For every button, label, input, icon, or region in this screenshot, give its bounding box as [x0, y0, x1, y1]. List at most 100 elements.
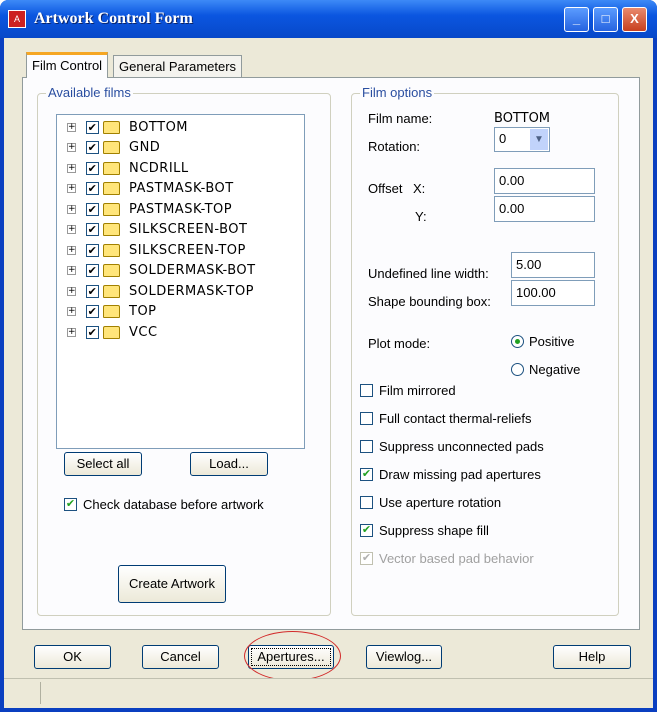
- title-bar: A Artwork Control Form _ □ X: [0, 0, 657, 38]
- tab-general-parameters[interactable]: General Parameters: [113, 55, 243, 78]
- folder-icon: [103, 284, 120, 298]
- folder-icon: [103, 120, 120, 134]
- option-checkbox[interactable]: Suppress unconnected pads: [360, 439, 544, 454]
- shape-bounding-box-input[interactable]: 100.00: [511, 280, 595, 306]
- film-options-legend: Film options: [360, 85, 435, 100]
- offset-label: Offset: [368, 181, 403, 196]
- film-checkbox[interactable]: ✔: [86, 223, 99, 236]
- rotation-label: Rotation:: [368, 139, 421, 154]
- folder-icon: [103, 264, 120, 277]
- expand-icon[interactable]: +: [67, 143, 76, 152]
- film-label: PASTMASK-TOP: [129, 201, 233, 217]
- cancel-button[interactable]: Cancel: [142, 645, 219, 669]
- film-item[interactable]: + ✔ GND: [67, 138, 160, 158]
- folder-icon: [103, 202, 120, 216]
- checkbox-box: [360, 440, 373, 453]
- offset-y-label: Y:: [415, 209, 427, 224]
- folder-icon: [103, 161, 120, 175]
- dialog-body: Film Control General Parameters Availabl…: [4, 38, 653, 708]
- film-item[interactable]: + ✔ SOLDERMASK-TOP: [67, 281, 254, 301]
- option-checkbox[interactable]: ✔ Draw missing pad apertures: [360, 467, 541, 482]
- film-item[interactable]: + ✔ NCDRILL: [67, 158, 189, 178]
- film-item[interactable]: + ✔ SOLDERMASK-BOT: [67, 261, 256, 281]
- film-label: GND: [129, 140, 161, 155]
- option-checkbox[interactable]: Film mirrored: [360, 383, 456, 398]
- film-item[interactable]: + ✔ VCC: [67, 322, 158, 342]
- expand-icon[interactable]: +: [67, 266, 76, 275]
- film-options-group: Film options Film name: BOTTOM Rotation:…: [351, 85, 619, 616]
- expand-icon[interactable]: +: [67, 204, 76, 214]
- film-item[interactable]: + ✔ TOP: [67, 302, 157, 322]
- expand-icon[interactable]: +: [67, 327, 76, 337]
- option-checkbox: ✔ Vector based pad behavior: [360, 551, 534, 566]
- film-label: TOP: [129, 304, 157, 319]
- option-checkbox[interactable]: ✔ Suppress shape fill: [360, 523, 489, 538]
- load-button[interactable]: Load...: [190, 452, 268, 476]
- expand-icon[interactable]: +: [67, 225, 76, 234]
- option-checkbox[interactable]: Full contact thermal-reliefs: [360, 411, 531, 426]
- expand-icon[interactable]: +: [67, 286, 76, 296]
- film-checkbox[interactable]: ✔: [86, 161, 99, 175]
- check-database-checkbox[interactable]: ✔ Check database before artwork: [64, 497, 264, 512]
- film-checkbox[interactable]: ✔: [86, 141, 99, 154]
- film-item[interactable]: + ✔ PASTMASK-BOT: [67, 179, 234, 199]
- film-label: PASTMASK-BOT: [129, 181, 234, 196]
- maximize-button[interactable]: □: [593, 7, 618, 32]
- ok-button[interactable]: OK: [34, 645, 111, 669]
- folder-icon: [103, 305, 120, 318]
- expand-icon[interactable]: +: [67, 307, 76, 316]
- offset-y-input[interactable]: 0.00: [494, 196, 595, 222]
- select-all-button[interactable]: Select all: [64, 452, 142, 476]
- film-name-value: BOTTOM: [494, 111, 551, 126]
- positive-radio[interactable]: Positive: [511, 334, 575, 349]
- film-checkbox[interactable]: ✔: [86, 305, 99, 318]
- film-checkbox[interactable]: ✔: [86, 264, 99, 277]
- chevron-down-icon[interactable]: ▼: [530, 129, 548, 150]
- rotation-select[interactable]: 0 ▼: [494, 127, 550, 152]
- offset-x-input[interactable]: 0.00: [494, 168, 595, 194]
- film-checkbox[interactable]: ✔: [86, 243, 99, 257]
- create-artwork-button[interactable]: Create Artwork: [118, 565, 226, 603]
- checkbox-box: ✔: [360, 468, 373, 481]
- status-divider: [40, 682, 41, 704]
- minimize-button[interactable]: _: [564, 7, 589, 32]
- film-name-label: Film name:: [368, 111, 433, 126]
- help-button[interactable]: Help: [553, 645, 631, 669]
- tab-film-control[interactable]: Film Control: [26, 52, 109, 78]
- expand-icon[interactable]: +: [67, 245, 76, 255]
- film-checkbox[interactable]: ✔: [86, 120, 99, 134]
- film-label: NCDRILL: [129, 160, 189, 176]
- undefined-line-width-input[interactable]: 5.00: [511, 252, 595, 278]
- film-checkbox[interactable]: ✔: [86, 325, 99, 339]
- expand-icon[interactable]: +: [67, 122, 76, 132]
- highlight-ellipse: [244, 631, 341, 681]
- radio-dot: [511, 335, 524, 348]
- expand-icon[interactable]: +: [67, 184, 76, 193]
- close-button[interactable]: X: [622, 7, 647, 32]
- film-checkbox[interactable]: ✔: [86, 284, 99, 298]
- film-checkbox[interactable]: ✔: [86, 202, 99, 216]
- film-label: SOLDERMASK-BOT: [129, 263, 256, 278]
- radio-dot: [511, 363, 524, 376]
- films-tree[interactable]: + ✔ BOTTOM + ✔ GND + ✔ NCDRILL + ✔ PASTMASK-BOT + ✔ PA…: [56, 114, 305, 449]
- option-checkbox[interactable]: Use aperture rotation: [360, 495, 501, 510]
- film-label: SILKSCREEN-BOT: [129, 222, 248, 237]
- checkbox-box: [360, 496, 373, 509]
- film-item[interactable]: + ✔ PASTMASK-TOP: [67, 199, 232, 219]
- offset-x-label: X:: [413, 181, 426, 196]
- checkbox-box: ✔: [64, 498, 77, 511]
- film-checkbox[interactable]: ✔: [86, 182, 99, 195]
- checkbox-box: [360, 384, 373, 397]
- negative-radio[interactable]: Negative: [511, 362, 580, 377]
- film-item[interactable]: + ✔ BOTTOM: [67, 117, 188, 137]
- window-title: Artwork Control Form: [34, 10, 193, 27]
- expand-icon[interactable]: +: [67, 163, 76, 173]
- film-item[interactable]: + ✔ SILKSCREEN-TOP: [67, 240, 246, 260]
- folder-icon: [103, 325, 120, 339]
- folder-icon: [103, 141, 120, 154]
- checkbox-box: ✔: [360, 524, 373, 537]
- shape-bounding-box-label: Shape bounding box:: [368, 294, 491, 309]
- folder-icon: [103, 243, 120, 257]
- viewlog-button[interactable]: Viewlog...: [366, 645, 442, 669]
- film-item[interactable]: + ✔ SILKSCREEN-BOT: [67, 220, 247, 240]
